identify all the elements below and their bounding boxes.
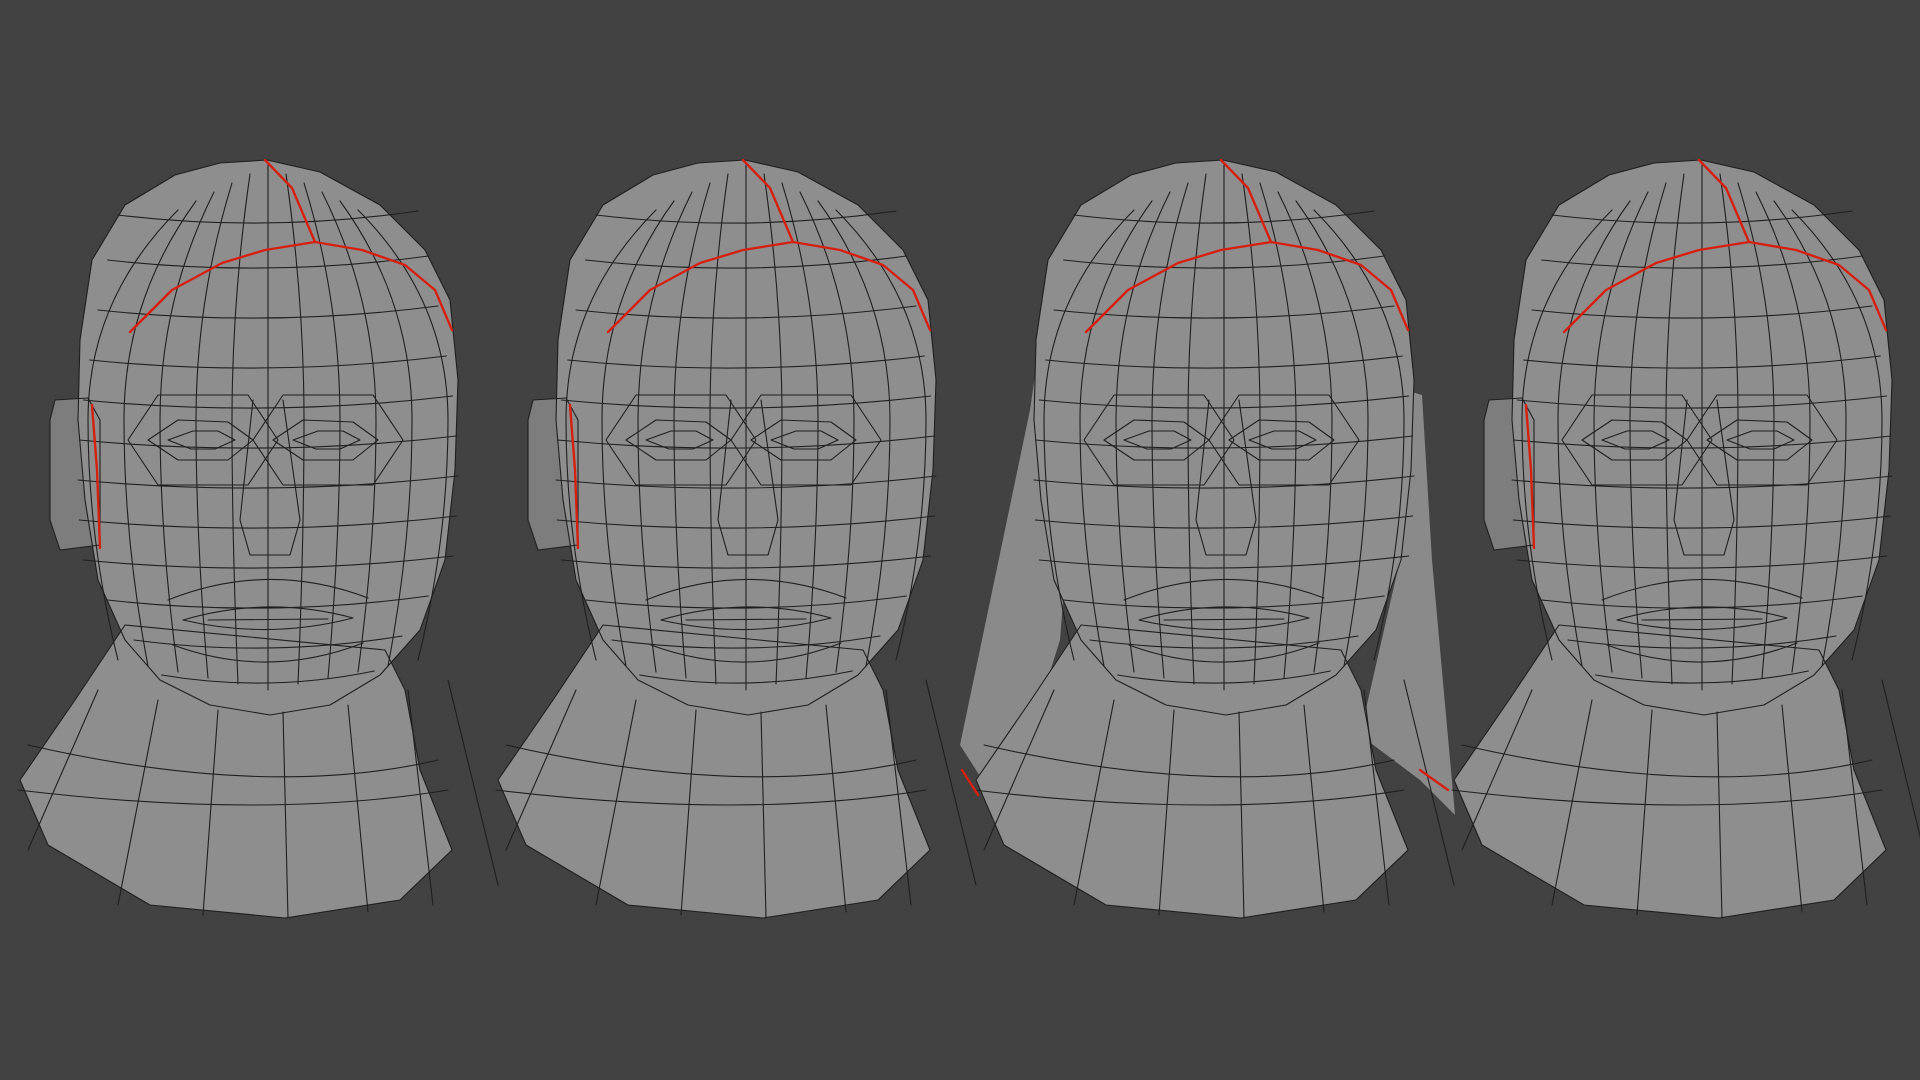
- head-mesh-4[interactable]: [1451, 158, 1920, 919]
- mesh-scene: [17, 158, 1920, 919]
- head-mesh-2[interactable]: [495, 158, 977, 919]
- head-mesh-1[interactable]: [17, 158, 499, 919]
- head-mesh-3[interactable]: [960, 158, 1455, 919]
- 3d-viewport[interactable]: [0, 0, 1920, 1080]
- hair-edge-seam-left: [960, 768, 980, 797]
